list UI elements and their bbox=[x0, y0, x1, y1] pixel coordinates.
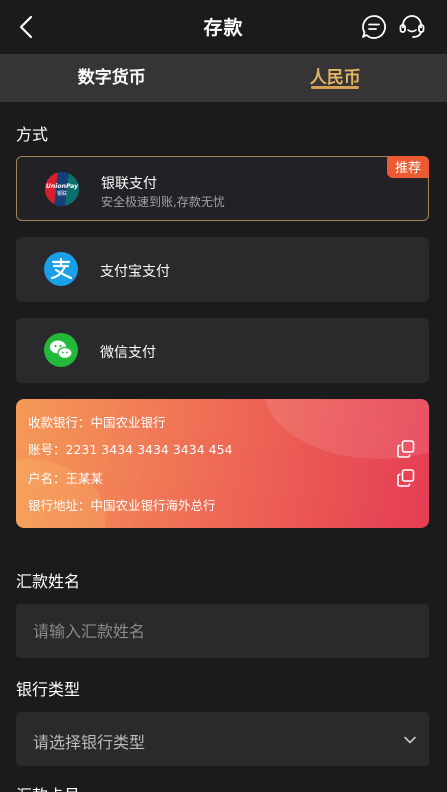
currency-tabs: 数字货币 人民币 bbox=[0, 54, 447, 102]
payment-option-alipay[interactable]: 支付宝支付 bbox=[16, 237, 429, 302]
method-label: 方式 bbox=[16, 125, 49, 144]
unionpay-icon: UnionPay 银联 bbox=[45, 172, 79, 206]
customer-service-icon[interactable] bbox=[398, 13, 426, 41]
unionpay-name: 银联支付 bbox=[101, 176, 157, 192]
svg-text:UnionPay: UnionPay bbox=[46, 183, 79, 190]
message-icon[interactable] bbox=[360, 13, 388, 41]
tab-digital-currency[interactable]: 数字货币 bbox=[0, 54, 224, 102]
remitter-name-input[interactable] bbox=[16, 604, 429, 658]
alipay-name: 支付宝支付 bbox=[100, 264, 170, 280]
remit-card-number-label: 汇款卡号 bbox=[16, 782, 80, 792]
payment-option-unionpay[interactable]: UnionPay 银联 银联支付 安全极速到账,存款无忧 推荐 bbox=[16, 156, 429, 221]
remitter-name-label: 汇款姓名 bbox=[16, 572, 81, 591]
wechat-icon bbox=[44, 333, 78, 367]
app-header: 存款 bbox=[0, 0, 447, 54]
account-holder: 户名：王某某 bbox=[28, 471, 104, 486]
copy-account-icon[interactable] bbox=[397, 440, 415, 458]
payment-option-wechat[interactable]: 微信支付 bbox=[16, 318, 429, 383]
chevron-down-icon bbox=[404, 736, 416, 744]
unionpay-subtitle: 安全极速到账,存款无忧 bbox=[101, 195, 225, 209]
copy-holder-icon[interactable] bbox=[397, 469, 415, 487]
bank-type-label: 银行类型 bbox=[16, 680, 81, 699]
tab-rmb[interactable]: 人民币 bbox=[224, 54, 447, 102]
account-number: 账号：2231 3434 3434 3434 454 bbox=[28, 442, 233, 457]
receiving-bank: 收款银行：中国农业银行 bbox=[28, 415, 166, 430]
remitter-name-field bbox=[16, 604, 429, 658]
bank-address: 银行地址：中国农业银行海外总行 bbox=[28, 498, 216, 513]
bank-type-select[interactable]: 请选择银行类型 bbox=[16, 712, 429, 766]
bank-type-placeholder: 请选择银行类型 bbox=[33, 733, 146, 752]
bank-info-card: 收款银行：中国农业银行 账号：2231 3434 3434 3434 454 户… bbox=[16, 399, 429, 528]
alipay-icon bbox=[44, 252, 78, 286]
recommend-badge: 推荐 bbox=[386, 156, 429, 178]
wechat-name: 微信支付 bbox=[100, 345, 156, 361]
svg-text:银联: 银联 bbox=[57, 190, 67, 197]
